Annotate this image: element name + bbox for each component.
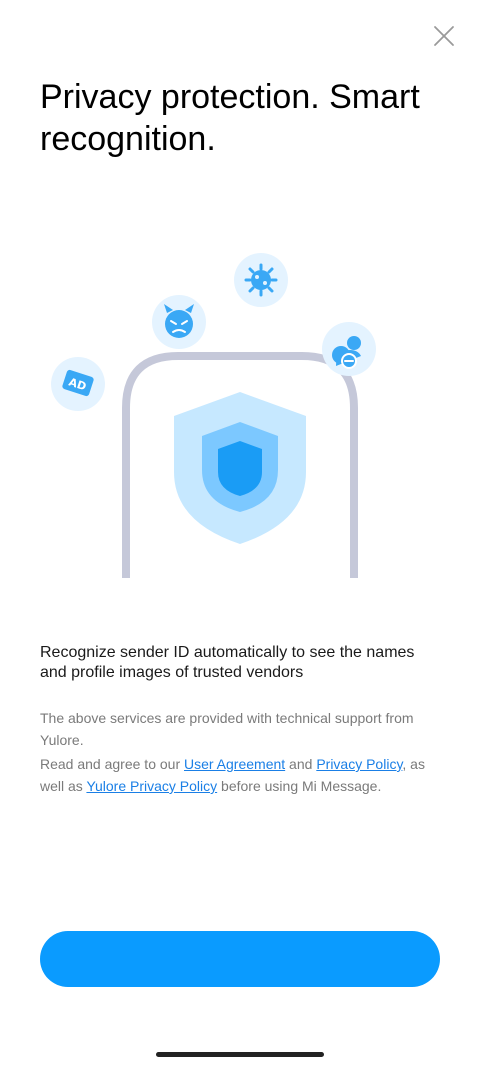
user-agreement-link[interactable]: User Agreement — [184, 756, 285, 772]
close-icon — [434, 26, 454, 46]
page-title: Privacy protection. Smart recognition. — [40, 78, 420, 158]
yulore-privacy-policy-link[interactable]: Yulore Privacy Policy — [86, 778, 217, 794]
close-button[interactable] — [428, 20, 460, 52]
home-indicator — [156, 1052, 324, 1057]
virus-icon — [234, 253, 288, 307]
privacy-policy-link[interactable]: Privacy Policy — [316, 756, 402, 772]
agreement-prefix: Read and agree to our — [40, 756, 184, 772]
feature-description: Recognize sender ID automatically to see… — [40, 644, 415, 681]
privacy-illustration: AD — [40, 240, 440, 590]
shield-icon — [174, 392, 306, 544]
agreement-text: Read and agree to our User Agreement and… — [40, 753, 440, 797]
agreement-suffix: before using Mi Message. — [217, 778, 382, 794]
spam-bot-icon — [152, 295, 206, 349]
provider-note: The above services are provided with tec… — [40, 710, 414, 748]
agreement-and: and — [285, 756, 317, 772]
ad-icon: AD — [51, 357, 105, 411]
agree-button[interactable] — [40, 931, 440, 987]
block-icon — [322, 322, 376, 376]
